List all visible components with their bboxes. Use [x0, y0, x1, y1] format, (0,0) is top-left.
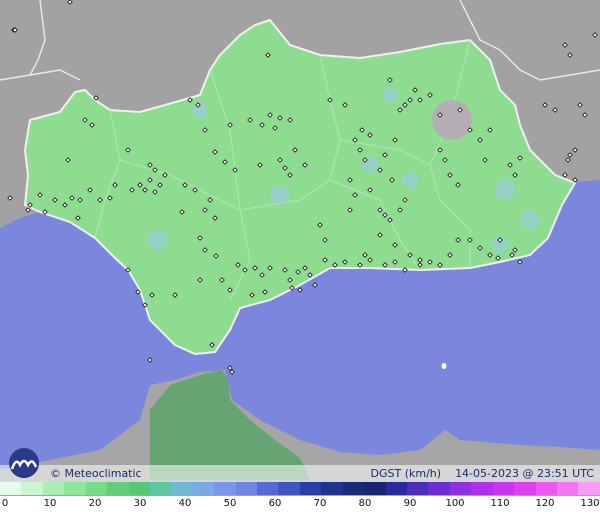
color-scale-segment — [107, 482, 129, 495]
color-scale-segment — [299, 482, 322, 495]
color-scale-segment — [149, 482, 172, 495]
timestamp-label: 14-05-2023 @ 23:51 UTC — [455, 467, 594, 480]
color-scale-tick: 0 — [1, 498, 9, 509]
color-scale-tick: 90 — [403, 498, 417, 509]
color-scale-bar — [0, 482, 600, 495]
color-scale-tick: 80 — [358, 498, 372, 509]
color-scale-segment — [64, 482, 86, 495]
calm-area — [432, 100, 472, 140]
color-scale-segment — [364, 482, 386, 495]
wind-gust-map — [0, 0, 600, 517]
color-scale-tick: 30 — [133, 498, 147, 509]
color-scale-segment — [321, 482, 343, 495]
color-scale-segment — [514, 482, 536, 495]
color-scale-segment — [449, 482, 472, 495]
color-scale-segment — [556, 482, 579, 495]
color-scale-tick: 120 — [535, 498, 555, 509]
color-scale-segment — [278, 482, 300, 495]
color-scale-segment — [0, 482, 22, 495]
color-scale-segment — [385, 482, 408, 495]
color-scale-tick: 60 — [268, 498, 282, 509]
brand-label: © Meteoclimatic — [50, 467, 142, 480]
color-scale-tick: 110 — [490, 498, 510, 509]
color-scale-tick: 70 — [313, 498, 327, 509]
color-scale-segment — [21, 482, 43, 495]
color-scale-segment — [42, 482, 65, 495]
color-scale-tick: 50 — [223, 498, 237, 509]
map-metadata: DGST (km/h) 14-05-2023 @ 23:51 UTC — [371, 467, 594, 480]
color-scale-tick: 20 — [88, 498, 102, 509]
color-scale-ticks: 0 10 20 30 40 50 60 70 80 90 100 110 120 130 — [0, 496, 600, 517]
color-scale-segment — [128, 482, 150, 495]
color-scale-tick: 130 — [580, 498, 600, 509]
color-scale-segment — [171, 482, 193, 495]
alboran-island — [441, 363, 447, 369]
color-scale-segment — [342, 482, 365, 495]
color-scale-segment — [492, 482, 515, 495]
color-scale-segment — [85, 482, 108, 495]
meteoclimatic-logo — [9, 448, 39, 478]
color-scale-tick: 40 — [178, 498, 192, 509]
color-scale-segment — [257, 482, 279, 495]
color-scale-tick: 100 — [445, 498, 465, 509]
color-scale-segment — [578, 482, 600, 495]
color-scale-segment — [192, 482, 215, 495]
color-scale-tick: 10 — [43, 498, 57, 509]
color-scale-segment — [428, 482, 450, 495]
variable-label: DGST (km/h) — [370, 467, 442, 480]
color-scale-segment — [235, 482, 258, 495]
color-scale-segment — [407, 482, 429, 495]
color-scale-segment — [471, 482, 493, 495]
color-scale-segment — [535, 482, 557, 495]
color-scale-segment — [214, 482, 236, 495]
